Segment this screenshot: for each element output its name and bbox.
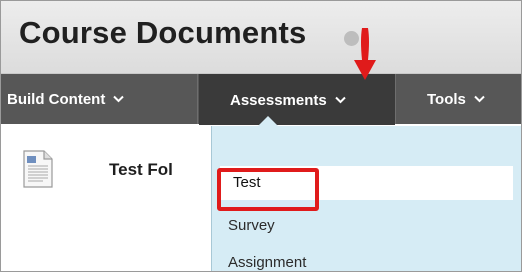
nav-divider bbox=[395, 74, 396, 124]
annotation-arrow-icon bbox=[351, 26, 379, 87]
nav-divider bbox=[197, 74, 198, 124]
page-title: Course Documents bbox=[19, 15, 307, 50]
build-content-label: Build Content bbox=[7, 90, 106, 108]
annotation-highlight-box bbox=[217, 168, 319, 211]
chevron-down-icon bbox=[335, 96, 346, 104]
menu-item-assignment[interactable]: Assignment bbox=[228, 254, 306, 271]
assessments-label: Assessments bbox=[230, 91, 327, 109]
menu-item-survey[interactable]: Survey bbox=[228, 217, 275, 234]
tools-menu[interactable]: Tools bbox=[397, 74, 521, 124]
screenshot-frame: Course Documents Build Content Assessmen… bbox=[0, 0, 522, 272]
page-header: Course Documents bbox=[1, 1, 521, 74]
tools-label: Tools bbox=[427, 90, 466, 108]
chevron-down-icon bbox=[474, 95, 485, 103]
chevron-down-icon bbox=[113, 95, 125, 103]
build-content-menu[interactable]: Build Content bbox=[7, 74, 197, 124]
folder-title[interactable]: Test Fol bbox=[109, 160, 173, 180]
document-icon bbox=[23, 150, 53, 193]
